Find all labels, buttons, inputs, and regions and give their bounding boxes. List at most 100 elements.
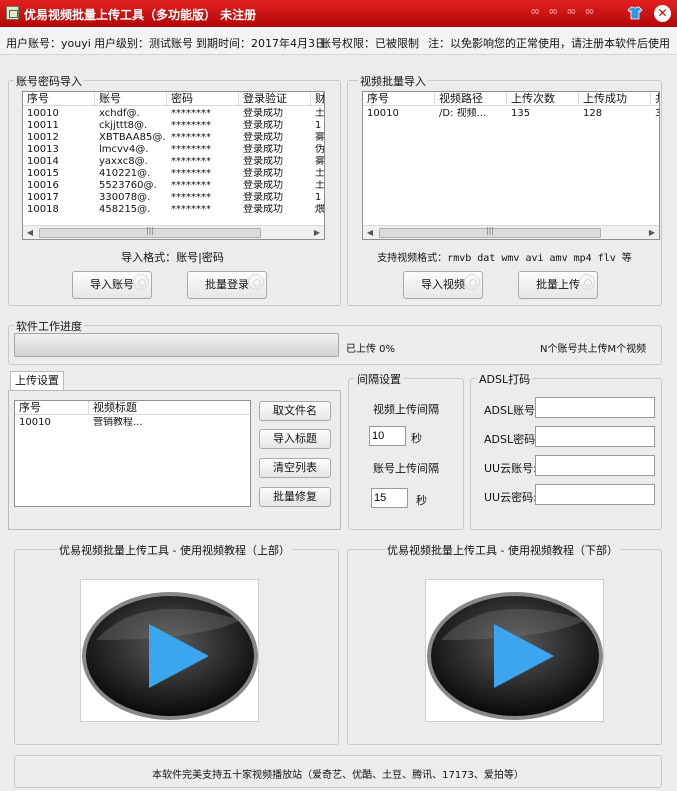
table-row[interactable]: 10016 5523760@. ******** 登录成功 土: [23, 180, 324, 192]
table-cell: 登录成功: [243, 180, 283, 191]
table-cell: 3: [651, 108, 659, 120]
table-row[interactable]: 10012 XBTBAA85@. ******** 登录成功 雾: [23, 132, 324, 144]
col-account[interactable]: 账号: [95, 92, 167, 106]
col-login-check[interactable]: 登录验证: [239, 92, 311, 106]
close-icon[interactable]: ✕: [654, 5, 671, 22]
table-cell: 土: [315, 168, 325, 179]
table-row[interactable]: 10013 lmcvv4@. ******** 登录成功 伪: [23, 144, 324, 156]
table-cell: 营销教程...: [93, 417, 143, 428]
scroll-left-icon[interactable]: ◀: [363, 226, 377, 239]
table-cell: 登录成功: [243, 168, 283, 179]
progress-title: 软件工作进度: [14, 318, 84, 334]
uu-password-input[interactable]: [535, 484, 655, 505]
table-cell: 登录成功: [243, 132, 283, 143]
col-password[interactable]: 密码: [167, 92, 239, 106]
scroll-thumb[interactable]: [39, 228, 261, 238]
table-row[interactable]: 10011 ckjjttt8@. ******** 登录成功 1: [23, 120, 324, 132]
table-cell: 10013: [27, 144, 59, 155]
info-level: 用户级别：测试账号: [94, 37, 193, 50]
clear-list-button[interactable]: 清空列表: [259, 458, 331, 478]
swirl-icon: [133, 274, 149, 290]
user-info-bar: 用户账号：youyi 用户级别：测试账号 到期时间：2017年4月3日 账号权限…: [0, 27, 677, 55]
uu-account-input[interactable]: [535, 455, 655, 476]
table-cell: ********: [171, 108, 211, 119]
table-cell: 10015: [27, 168, 59, 179]
interval-title: 间隔设置: [355, 371, 403, 387]
play-icon[interactable]: [81, 580, 259, 722]
table-cell: 10010: [19, 417, 51, 428]
play-icon[interactable]: [426, 580, 604, 722]
info-expiry: 到期时间：2017年4月3日: [196, 37, 326, 50]
swirl-icon: [464, 274, 480, 290]
table-cell: 土: [315, 180, 325, 191]
scroll-right-icon[interactable]: ▶: [310, 226, 324, 239]
col-index[interactable]: 序号: [23, 92, 95, 106]
skin-shirt-icon[interactable]: [627, 5, 643, 21]
adsl-password-label: ADSL密码:: [484, 433, 539, 446]
account-list[interactable]: 序号 账号 密码 登录验证 财 10010 xchdf@. ******** 登录成功…: [22, 91, 325, 240]
table-cell: 10018: [27, 204, 59, 215]
account-interval-input[interactable]: [371, 488, 408, 508]
scroll-right-icon[interactable]: ▶: [645, 226, 659, 239]
col-upload-count[interactable]: 上传次数: [507, 92, 579, 106]
adsl-account-input[interactable]: [535, 397, 655, 418]
tab-upload-settings[interactable]: 上传设置: [10, 371, 64, 391]
video-list[interactable]: 序号 视频路径 上传次数 上传成功 共 10010/D: 视频... 135 128…: [362, 91, 660, 240]
batch-repair-button[interactable]: 批量修复: [259, 487, 331, 507]
table-cell: /D: 视频...: [439, 108, 487, 119]
table-cell: ********: [171, 144, 211, 155]
table-row[interactable]: 10010 营销教程...: [15, 417, 250, 429]
table-row[interactable]: 10014 yaxxc8@. ******** 登录成功 雾: [23, 156, 324, 168]
col-video-path[interactable]: 视频路径: [435, 92, 507, 106]
table-row[interactable]: 10010/D: 视频... 135 128 3: [363, 108, 659, 120]
video-import-title: 视频批量导入: [358, 73, 428, 89]
table-row[interactable]: 10010 xchdf@. ******** 登录成功 土: [23, 108, 324, 120]
col-index[interactable]: 序号: [15, 401, 89, 415]
account-list-hscroll[interactable]: ◀ ▶: [23, 225, 324, 239]
get-filename-button[interactable]: 取文件名: [259, 401, 331, 421]
adsl-password-input[interactable]: [535, 426, 655, 447]
col-extra[interactable]: 财: [311, 92, 324, 106]
table-cell: lmcvv4@.: [99, 144, 149, 155]
table-cell: 登录成功: [243, 204, 283, 215]
table-cell: yaxxc8@.: [99, 156, 148, 167]
scroll-left-icon[interactable]: ◀: [23, 226, 37, 239]
table-row[interactable]: 10018 458215@. ******** 登录成功 煨: [23, 204, 324, 216]
import-accounts-button[interactable]: 导入账号: [72, 271, 152, 299]
batch-upload-button[interactable]: 批量上传: [518, 271, 598, 299]
table-cell: 458215@.: [99, 204, 151, 215]
table-cell: ********: [171, 180, 211, 191]
col-video-title[interactable]: 视频标题: [89, 401, 250, 415]
video-interval-label: 视频上传间隔: [373, 403, 439, 416]
table-cell: 128: [583, 108, 603, 119]
video-interval-input[interactable]: [369, 426, 406, 446]
batch-login-button[interactable]: 批量登录: [187, 271, 267, 299]
table-cell: 10010: [27, 108, 59, 119]
table-cell: ********: [171, 120, 211, 131]
table-cell: ********: [171, 168, 211, 179]
scroll-thumb[interactable]: [379, 228, 601, 238]
upload-progress-bar: [14, 333, 339, 357]
tutorial-part1-title: 优易视频批量上传工具 - 使用视频教程（上部）: [57, 542, 292, 558]
tutorial-part2-title: 优易视频批量上传工具 - 使用视频教程（下部）: [385, 542, 620, 558]
table-row[interactable]: 10015 410221@. ******** 登录成功 土: [23, 168, 324, 180]
import-videos-label: 导入视频: [421, 278, 465, 291]
col-upload-success[interactable]: 上传成功: [579, 92, 651, 106]
import-titles-button[interactable]: 导入标题: [259, 429, 331, 449]
uu-account-label: UU云账号:: [484, 462, 537, 475]
table-row[interactable]: 10017 330078@. ******** 登录成功 1: [23, 192, 324, 204]
import-videos-button[interactable]: 导入视频: [403, 271, 483, 299]
info-account: 用户账号：youyi: [6, 37, 91, 50]
title-list[interactable]: 序号 视频标题 10010 营销教程...: [14, 400, 251, 507]
tutorial-part2-video[interactable]: [425, 579, 604, 722]
col-index[interactable]: 序号: [363, 92, 435, 106]
video-list-hscroll[interactable]: ◀ ▶: [363, 225, 659, 239]
tutorial-part1-video[interactable]: [80, 579, 259, 722]
col-total[interactable]: 共: [651, 92, 659, 106]
table-cell: 煨: [315, 204, 325, 215]
adsl-title: ADSL打码: [477, 371, 533, 387]
account-list-header: 序号 账号 密码 登录验证 财: [23, 92, 324, 106]
swirl-icon: [579, 274, 595, 290]
table-cell: ********: [171, 192, 211, 203]
table-cell: 土: [315, 108, 325, 119]
